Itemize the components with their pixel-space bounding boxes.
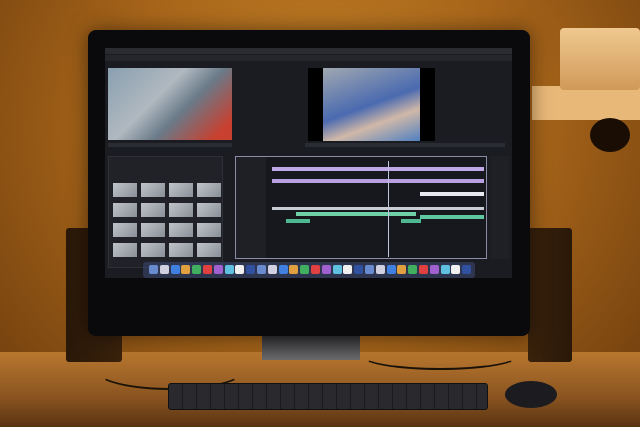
dock-app-icon[interactable] bbox=[343, 265, 353, 274]
bin-thumbnail[interactable] bbox=[169, 183, 193, 197]
bin-thumbnail[interactable] bbox=[197, 223, 221, 237]
dock-app-icon[interactable] bbox=[267, 265, 277, 274]
dock-app-icon[interactable] bbox=[300, 265, 310, 274]
dock bbox=[143, 262, 475, 278]
audio-meters bbox=[491, 156, 509, 259]
cable bbox=[360, 340, 520, 370]
dock-app-icon[interactable] bbox=[365, 265, 374, 274]
dock-app-icon[interactable] bbox=[429, 265, 439, 274]
dock-app-icon[interactable] bbox=[257, 265, 266, 274]
right-speaker bbox=[528, 228, 572, 362]
dock-app-icon[interactable] bbox=[451, 265, 461, 274]
program-transport-controls[interactable] bbox=[305, 143, 505, 147]
dock-app-icon[interactable] bbox=[159, 265, 169, 274]
track-headers bbox=[236, 157, 266, 258]
dock-app-icon[interactable] bbox=[321, 265, 331, 274]
timeline-clip[interactable] bbox=[272, 207, 484, 210]
dock-app-icon[interactable] bbox=[386, 265, 396, 274]
timeline[interactable] bbox=[235, 156, 487, 259]
dock-app-icon[interactable] bbox=[181, 265, 191, 274]
timeline-clip[interactable] bbox=[420, 215, 484, 219]
dock-app-icon[interactable] bbox=[375, 265, 385, 274]
program-frame bbox=[323, 68, 420, 141]
shelf-device bbox=[560, 28, 640, 90]
bin-thumbnail[interactable] bbox=[197, 203, 221, 217]
dock-app-icon[interactable] bbox=[278, 265, 288, 274]
dock-app-icon[interactable] bbox=[289, 265, 299, 274]
mouse bbox=[505, 381, 557, 408]
bin-thumbnail[interactable] bbox=[141, 243, 165, 257]
dock-app-icon[interactable] bbox=[224, 265, 234, 274]
bin-thumbnail[interactable] bbox=[169, 223, 193, 237]
dock-app-icon[interactable] bbox=[408, 265, 418, 274]
dock-app-icon[interactable] bbox=[419, 265, 428, 274]
bin-thumbnail[interactable] bbox=[141, 203, 165, 217]
project-bin[interactable] bbox=[108, 156, 223, 268]
playhead[interactable] bbox=[388, 161, 389, 257]
timeline-clip[interactable] bbox=[296, 212, 416, 216]
keyboard bbox=[168, 383, 488, 410]
shelf-bracket bbox=[590, 118, 630, 152]
timeline-clip[interactable] bbox=[272, 167, 484, 171]
source-monitor[interactable] bbox=[108, 68, 232, 140]
bin-thumbnail[interactable] bbox=[113, 183, 137, 197]
bin-thumbnail[interactable] bbox=[141, 223, 165, 237]
dock-app-icon[interactable] bbox=[192, 265, 202, 274]
dock-app-icon[interactable] bbox=[149, 265, 158, 274]
timeline-clip[interactable] bbox=[401, 219, 421, 223]
timeline-clip[interactable] bbox=[272, 179, 484, 183]
wall-shelf bbox=[532, 86, 640, 120]
bin-thumbnail[interactable] bbox=[169, 203, 193, 217]
bin-thumbnail[interactable] bbox=[113, 243, 137, 257]
dock-app-icon[interactable] bbox=[354, 265, 364, 274]
dock-app-icon[interactable] bbox=[235, 265, 245, 274]
dock-app-icon[interactable] bbox=[246, 265, 256, 274]
program-monitor[interactable] bbox=[308, 68, 435, 141]
dock-app-icon[interactable] bbox=[170, 265, 180, 274]
timeline-clip[interactable] bbox=[286, 219, 310, 223]
dock-app-icon[interactable] bbox=[332, 265, 342, 274]
dock-app-icon[interactable] bbox=[397, 265, 407, 274]
timeline-clip[interactable] bbox=[420, 192, 484, 196]
bin-thumbnail[interactable] bbox=[197, 243, 221, 257]
bin-thumbnail[interactable] bbox=[169, 243, 193, 257]
dock-app-icon[interactable] bbox=[203, 265, 212, 274]
bin-thumbnail[interactable] bbox=[113, 203, 137, 217]
bin-thumbnail[interactable] bbox=[197, 183, 221, 197]
bin-thumbnail[interactable] bbox=[141, 183, 165, 197]
source-transport-controls[interactable] bbox=[108, 143, 232, 147]
bin-thumbnail[interactable] bbox=[113, 223, 137, 237]
monitor-screen bbox=[105, 48, 512, 278]
dock-app-icon[interactable] bbox=[440, 265, 450, 274]
dock-app-icon[interactable] bbox=[213, 265, 223, 274]
monitor-stand bbox=[262, 334, 360, 360]
dock-app-icon[interactable] bbox=[311, 265, 320, 274]
dock-app-icon[interactable] bbox=[462, 265, 472, 274]
workspace-bar bbox=[105, 55, 512, 61]
menu-bar bbox=[105, 48, 512, 54]
